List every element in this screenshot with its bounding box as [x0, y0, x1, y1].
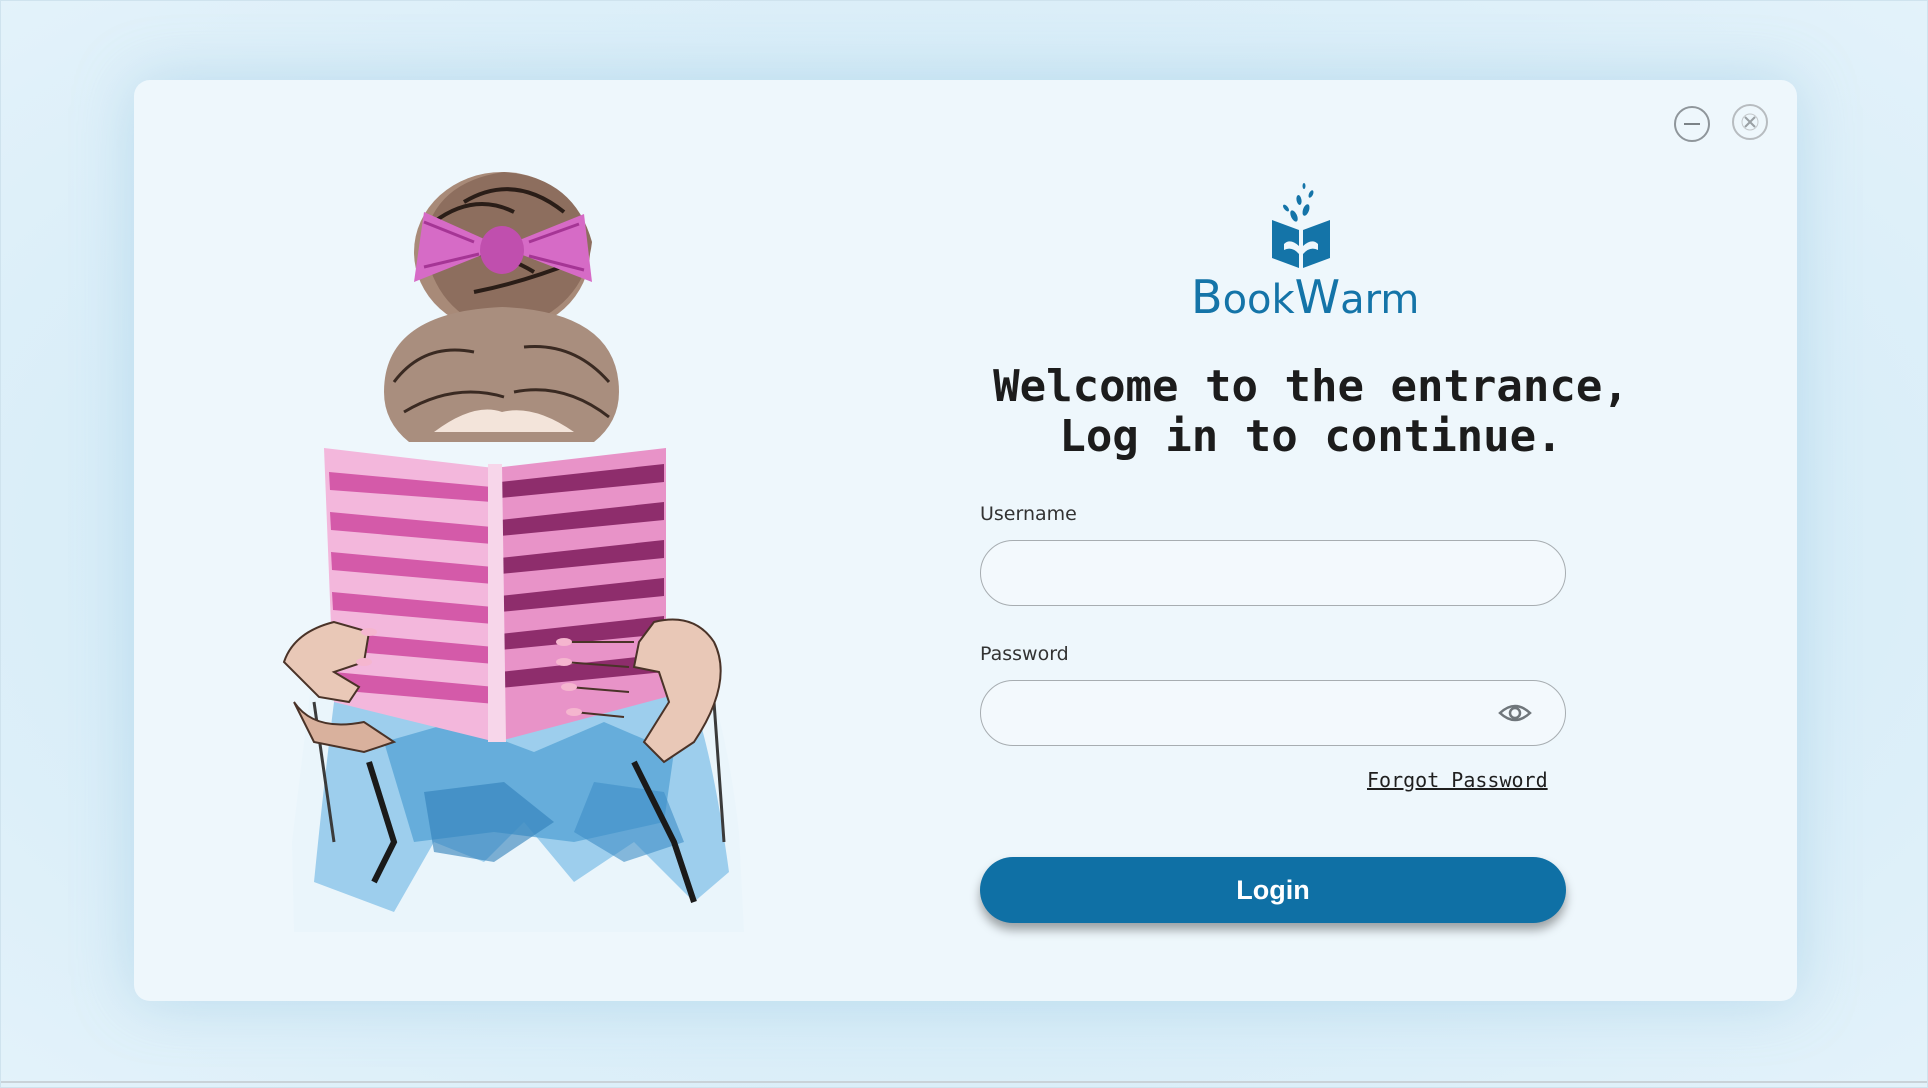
app-window: BookWarm Welcome to the entrance, Log in…	[0, 0, 1928, 1088]
brand-logo: BookWarm	[1191, 180, 1419, 324]
girl-reading-book-illustration	[282, 172, 744, 932]
password-label: Password	[980, 643, 1069, 665]
minimize-button[interactable]	[1674, 106, 1710, 142]
username-input[interactable]	[980, 540, 1566, 606]
password-input[interactable]	[980, 680, 1566, 746]
brand-name: BookWarm	[1191, 270, 1420, 324]
open-book-with-leaves-icon	[1272, 183, 1330, 268]
eye-icon[interactable]	[1498, 700, 1532, 726]
login-card: BookWarm Welcome to the entrance, Log in…	[134, 80, 1797, 1001]
forgot-password-link[interactable]: Forgot Password	[1367, 768, 1548, 792]
close-button[interactable]	[1732, 104, 1768, 140]
login-button[interactable]: Login	[980, 857, 1566, 923]
welcome-heading: Welcome to the entrance, Log in to conti…	[934, 362, 1688, 462]
minimize-icon	[1684, 123, 1700, 125]
welcome-heading-line1: Welcome to the entrance,	[993, 361, 1629, 412]
close-icon	[1741, 113, 1759, 131]
username-label: Username	[980, 503, 1077, 525]
welcome-heading-line2: Log in to continue.	[1059, 411, 1563, 462]
bottom-divider	[1, 1081, 1927, 1083]
